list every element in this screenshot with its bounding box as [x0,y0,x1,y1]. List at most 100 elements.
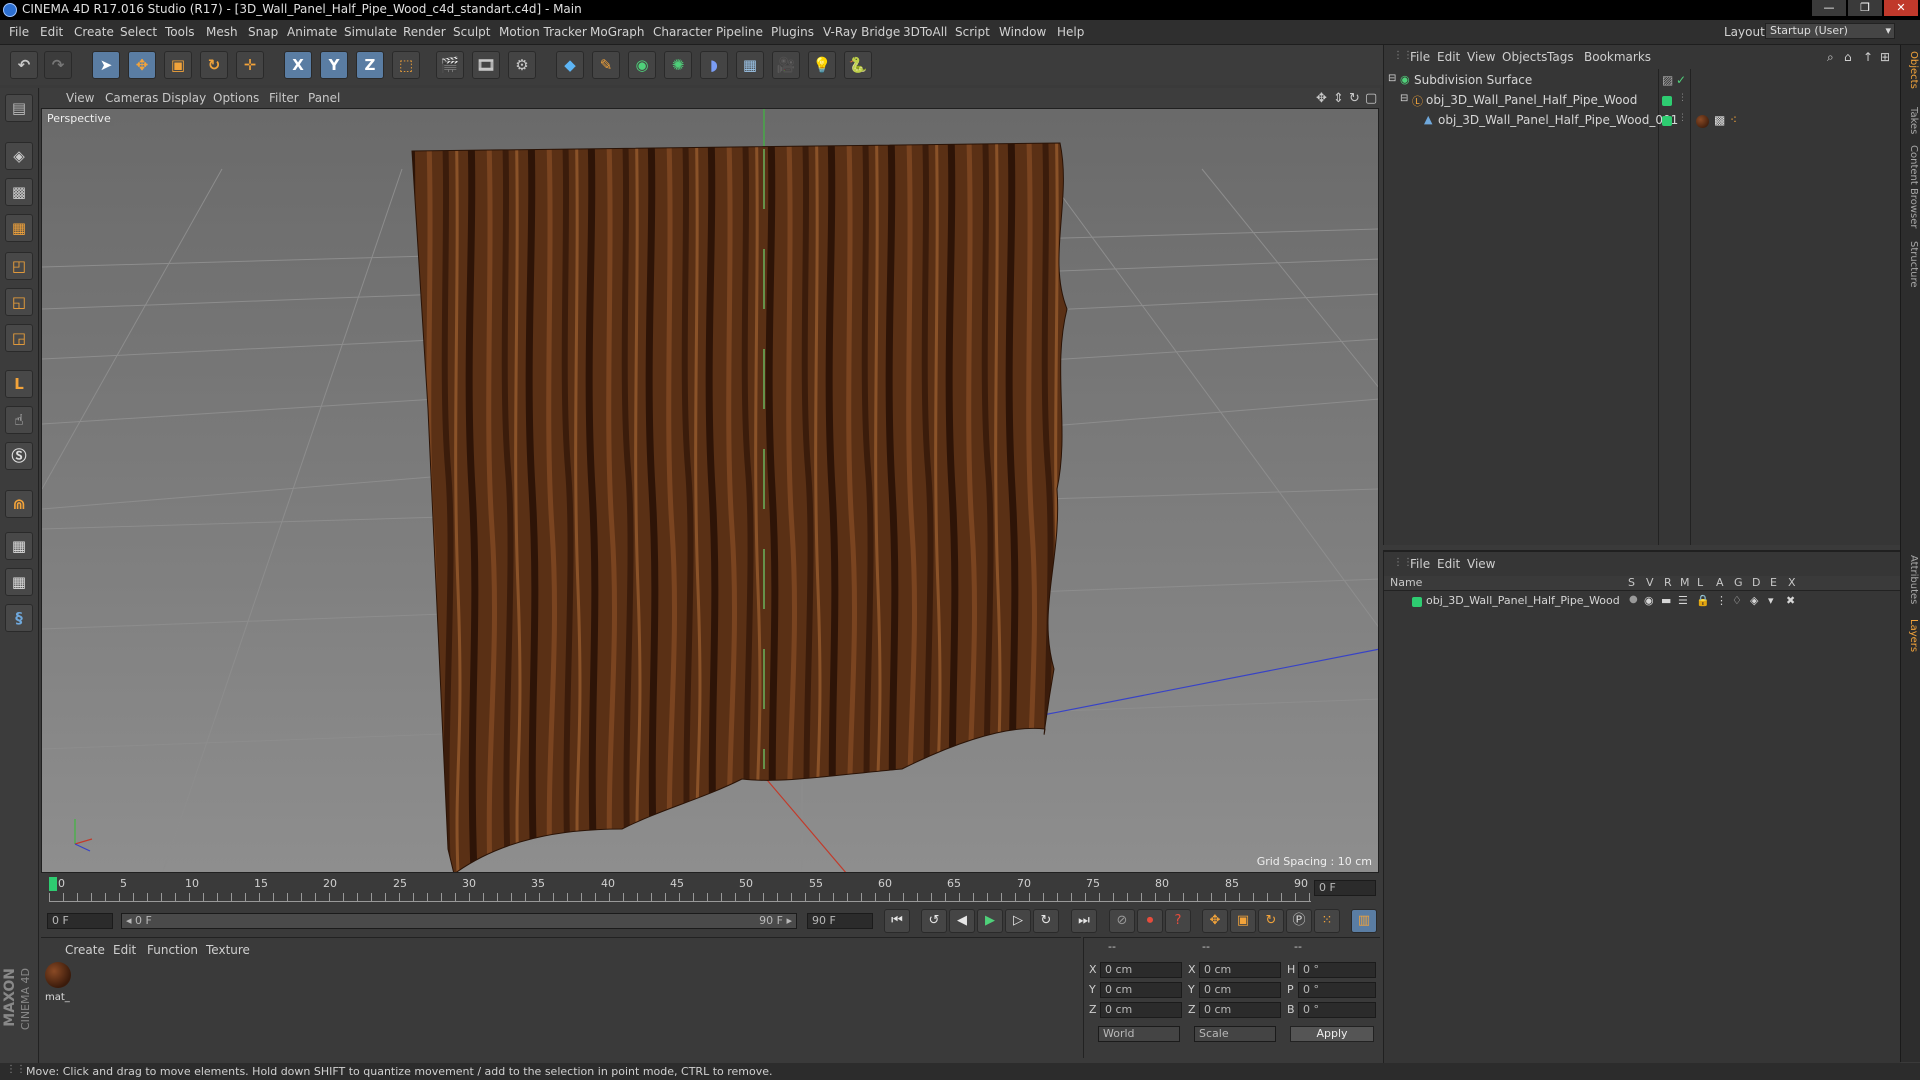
objects-menu-file[interactable]: File [1410,50,1430,64]
add-camera-button[interactable]: 🎥 [772,51,800,79]
expression-icon[interactable]: ▾ [1768,594,1774,607]
live-selection-button[interactable]: ➤ [92,51,120,79]
menu-tools[interactable]: Tools [165,25,195,39]
previous-frame-button[interactable]: ◀ [949,909,975,933]
menu-edit[interactable]: Edit [40,25,63,39]
viewport-move-icon[interactable]: ✥ [1316,91,1327,106]
add-light-button[interactable]: 💡 [808,51,836,79]
viewport-zoom-icon[interactable]: ⇕ [1333,91,1344,106]
tree-collapse-icon[interactable]: ⊟ [1388,73,1396,84]
menu-sculpt[interactable]: Sculpt [453,25,490,39]
tab-layers[interactable]: Layers [1903,619,1919,652]
end-frame-field[interactable]: 90 F [807,913,873,929]
menu-character[interactable]: Character [653,25,712,39]
objects-menu-view[interactable]: View [1467,50,1495,64]
playhead[interactable] [49,877,57,891]
menu-help[interactable]: Help [1057,25,1084,39]
edges-mode-button[interactable]: ◱ [5,288,33,316]
tab-takes[interactable]: Takes [1903,107,1919,134]
texture-mode-button[interactable]: ▩ [5,178,33,206]
size-x-field[interactable]: 0 cm [1199,962,1281,978]
polygons-mode-button[interactable]: ◲ [5,324,33,352]
axis-mode-button[interactable]: L [5,370,33,398]
start-frame-field[interactable]: 0 F [47,913,113,929]
menu-window[interactable]: Window [999,25,1046,39]
keyframe-selection-button[interactable]: ? [1165,909,1191,933]
menu-select[interactable]: Select [120,25,157,39]
tweak-mode-button[interactable]: ☝ [5,406,33,434]
timeline-window-button[interactable]: ▥ [1351,909,1377,933]
goto-start-button[interactable]: ⏮ [884,909,910,933]
wood-material-swatch[interactable] [45,962,71,988]
objects-menu-tags[interactable]: Tags [1547,50,1574,64]
viewport-menu-display[interactable]: Display [162,91,206,105]
record-keys-button[interactable]: ⊘ [1109,909,1135,933]
material-menu-create[interactable]: Create [65,943,105,957]
menu-3dtoall[interactable]: 3DToAll [903,25,947,39]
close-button[interactable]: ✕ [1884,0,1918,16]
tab-content-browser[interactable]: Content Browser [1903,145,1919,228]
snap-button[interactable]: Ⓢ [5,442,33,470]
viewport-menu-view[interactable]: View [66,91,94,105]
solo-toggle-icon[interactable]: ● [1629,594,1638,605]
coordinate-mode-dropdown[interactable]: World [1098,1026,1180,1042]
size-y-field[interactable]: 0 cm [1199,982,1281,998]
redo-button[interactable]: ↷ [44,51,72,79]
objects-menu-edit[interactable]: Edit [1437,50,1460,64]
objects-menu-bookmarks[interactable]: Bookmarks [1584,50,1651,64]
generator-icon[interactable]: ♢ [1732,594,1742,607]
tab-attributes[interactable]: Attributes [1903,555,1919,604]
layer-color-dot[interactable] [1412,597,1422,607]
menu-render[interactable]: Render [403,25,446,39]
position-y-field[interactable]: 0 cm [1100,982,1182,998]
view-eye-icon[interactable]: ◉ [1644,594,1654,607]
visibility-dots-icon[interactable]: ⋮ [1678,93,1687,103]
play-button[interactable]: ▶ [977,909,1003,933]
search-icon[interactable]: ⌕ [1827,50,1834,65]
render-view-button[interactable]: 🎬 [436,51,464,79]
key-parameter-button[interactable]: Ⓟ [1286,909,1312,933]
menu-mograph[interactable]: MoGraph [590,25,645,39]
x-axis-lock-button[interactable]: X [284,51,312,79]
menu-plugins[interactable]: Plugins [771,25,814,39]
layers-menu-view[interactable]: View [1467,557,1495,571]
points-mode-button[interactable]: ◰ [5,252,33,280]
coordinate-system-button[interactable]: ⬚ [392,51,420,79]
timeline-ruler[interactable]: 0 5 10 15 20 25 30 35 40 45 50 55 60 65 … [41,875,1379,905]
material-menu-function[interactable]: Function [147,943,198,957]
3d-viewport[interactable]: Perspective Grid Spacing : 10 cm [41,108,1379,873]
viewport-menu-filter[interactable]: Filter [269,91,299,105]
layers-menu-edit[interactable]: Edit [1437,557,1460,571]
layers-menu-file[interactable]: File [1410,557,1430,571]
menu-file[interactable]: File [9,25,29,39]
key-rotation-button[interactable]: ↻ [1258,909,1284,933]
animation-icon[interactable]: ⋮ [1716,594,1727,607]
enabled-check-icon[interactable]: ✓ [1676,73,1686,87]
python-button[interactable]: 🐍 [844,51,872,79]
material-menu-edit[interactable]: Edit [113,943,136,957]
layer-toggle-icon[interactable]: ▨ [1662,73,1673,87]
position-x-field[interactable]: 0 cm [1100,962,1182,978]
menu-mesh[interactable]: Mesh [206,25,238,39]
move-tool-button[interactable]: ✥ [128,51,156,79]
viewport-rotate-icon[interactable]: ↻ [1349,91,1360,106]
xref-icon[interactable]: ✖ [1786,594,1795,607]
add-spline-pen-button[interactable]: ✎ [592,51,620,79]
new-view-icon[interactable]: ⊞ [1880,50,1890,64]
up-arrow-icon[interactable]: ↑ [1863,50,1873,64]
menu-vray-bridge[interactable]: V-Ray Bridge [823,25,900,39]
autokey-button[interactable]: ⏺ [1137,909,1163,933]
key-position-button[interactable]: ✥ [1202,909,1228,933]
recent-tool-button[interactable]: ✛ [236,51,264,79]
object-row[interactable]: ⊟ ◉ Subdivision Surface ▨ ✓ [1384,73,1901,91]
add-subdivision-button[interactable]: ◉ [628,51,656,79]
maximize-button[interactable]: ❐ [1848,0,1882,16]
viewport-menu-panel[interactable]: Panel [308,91,340,105]
lock-workplane-button[interactable]: ▦ [5,532,33,560]
python-script-button[interactable]: § [5,604,33,632]
render-settings-button[interactable]: ⚙ [508,51,536,79]
workplane-mode-button[interactable]: ▦ [5,214,33,242]
viewport-menu-cameras[interactable]: Cameras [105,91,158,105]
tree-collapse-icon[interactable]: ⊟ [1400,93,1408,104]
material-menu-texture[interactable]: Texture [206,943,250,957]
